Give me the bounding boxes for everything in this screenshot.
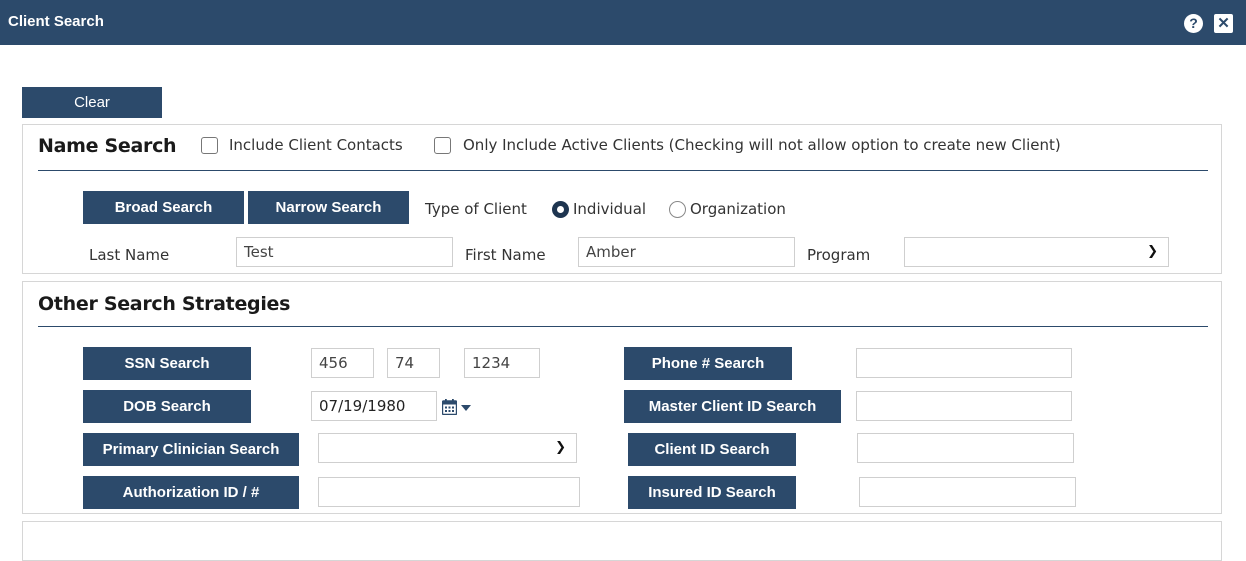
- other-search-divider: [38, 326, 1208, 327]
- include-contacts-checkbox[interactable]: [201, 137, 218, 154]
- individual-label: Individual: [573, 200, 647, 218]
- master-client-id-search-button[interactable]: Master Client ID Search: [624, 390, 841, 423]
- first-name-input[interactable]: Amber: [578, 237, 795, 267]
- primary-clinician-select[interactable]: ❯: [318, 433, 577, 463]
- date-dropdown-caret-icon[interactable]: [461, 405, 471, 411]
- window-title: Client Search: [8, 13, 104, 30]
- window-title-bar: Client Search ? ✕: [0, 0, 1246, 45]
- type-of-client-label: Type of Client: [425, 200, 527, 218]
- ssn-part2-input[interactable]: 74: [387, 348, 440, 378]
- client-id-input[interactable]: [857, 433, 1074, 463]
- name-search-divider: [38, 170, 1208, 171]
- last-name-input[interactable]: Test: [236, 237, 453, 267]
- calendar-icon[interactable]: [442, 399, 457, 415]
- authorization-id-button[interactable]: Authorization ID / #: [83, 476, 299, 509]
- name-search-title: Name Search: [38, 135, 177, 157]
- chevron-down-icon: ❯: [1147, 244, 1158, 259]
- close-icon[interactable]: ✕: [1214, 14, 1233, 33]
- next-section-panel: [22, 521, 1222, 561]
- help-icon[interactable]: ?: [1184, 14, 1203, 33]
- authorization-id-input[interactable]: [318, 477, 580, 507]
- other-search-title: Other Search Strategies: [38, 293, 291, 315]
- first-name-label: First Name: [465, 246, 546, 264]
- master-client-id-input[interactable]: [856, 391, 1072, 421]
- include-contacts-label: Include Client Contacts: [229, 136, 403, 154]
- insured-id-search-button[interactable]: Insured ID Search: [628, 476, 796, 509]
- broad-search-button[interactable]: Broad Search: [83, 191, 244, 224]
- program-label: Program: [807, 246, 871, 264]
- phone-search-button[interactable]: Phone # Search: [624, 347, 792, 380]
- dob-input[interactable]: 07/19/1980: [311, 391, 437, 421]
- phone-input[interactable]: [856, 348, 1072, 378]
- active-clients-checkbox[interactable]: [434, 137, 451, 154]
- client-id-search-button[interactable]: Client ID Search: [628, 433, 796, 466]
- organization-radio[interactable]: [669, 201, 686, 218]
- primary-clinician-search-button[interactable]: Primary Clinician Search: [83, 433, 299, 466]
- clear-button[interactable]: Clear: [22, 87, 162, 118]
- dob-search-button[interactable]: DOB Search: [83, 390, 251, 423]
- ssn-part3-input[interactable]: 1234: [464, 348, 540, 378]
- ssn-search-button[interactable]: SSN Search: [83, 347, 251, 380]
- organization-label: Organization: [690, 200, 786, 218]
- ssn-part1-input[interactable]: 456: [311, 348, 374, 378]
- narrow-search-button[interactable]: Narrow Search: [248, 191, 409, 224]
- insured-id-input[interactable]: [859, 477, 1076, 507]
- active-clients-label: Only Include Active Clients (Checking wi…: [463, 136, 1061, 154]
- individual-radio[interactable]: [552, 201, 569, 218]
- chevron-down-icon: ❯: [555, 440, 566, 455]
- program-select[interactable]: ❯: [904, 237, 1169, 267]
- last-name-label: Last Name: [89, 246, 170, 264]
